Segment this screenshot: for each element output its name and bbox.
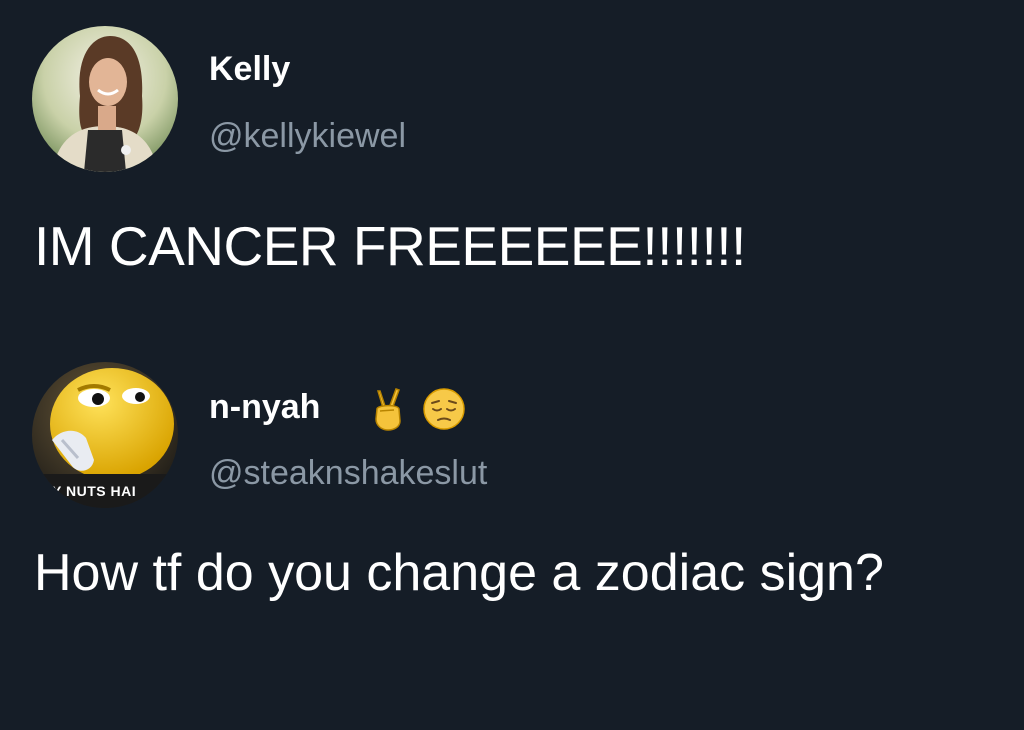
tweet-original[interactable]: Kelly @kellykiewel IM CANCER FREEEEEE!!!… (0, 0, 1024, 330)
avatar-caption: Y NUTS HAI (52, 483, 136, 499)
nnyah-avatar[interactable]: Y NUTS HAI (32, 362, 178, 508)
tweet-text: How tf do you change a zodiac sign? (34, 544, 884, 602)
tweet-reply[interactable]: Y NUTS HAI n-nyah @steaknshakeslut How t… (0, 350, 1024, 730)
kelly-avatar[interactable] (32, 26, 178, 172)
user-handle[interactable]: @steaknshakeslut (209, 454, 487, 493)
profile-photo-icon (32, 26, 178, 172)
pensive-face-emoji-icon (422, 387, 466, 431)
name-emojis (366, 386, 466, 432)
tweet-text: IM CANCER FREEEEEE!!!!!!! (34, 215, 746, 277)
user-handle[interactable]: @kellykiewel (209, 117, 406, 156)
display-name[interactable]: Kelly (209, 50, 290, 89)
yellow-mascot-icon: Y NUTS HAI (32, 362, 178, 508)
victory-hand-emoji-icon (366, 387, 410, 431)
display-name[interactable]: n-nyah (209, 388, 320, 427)
